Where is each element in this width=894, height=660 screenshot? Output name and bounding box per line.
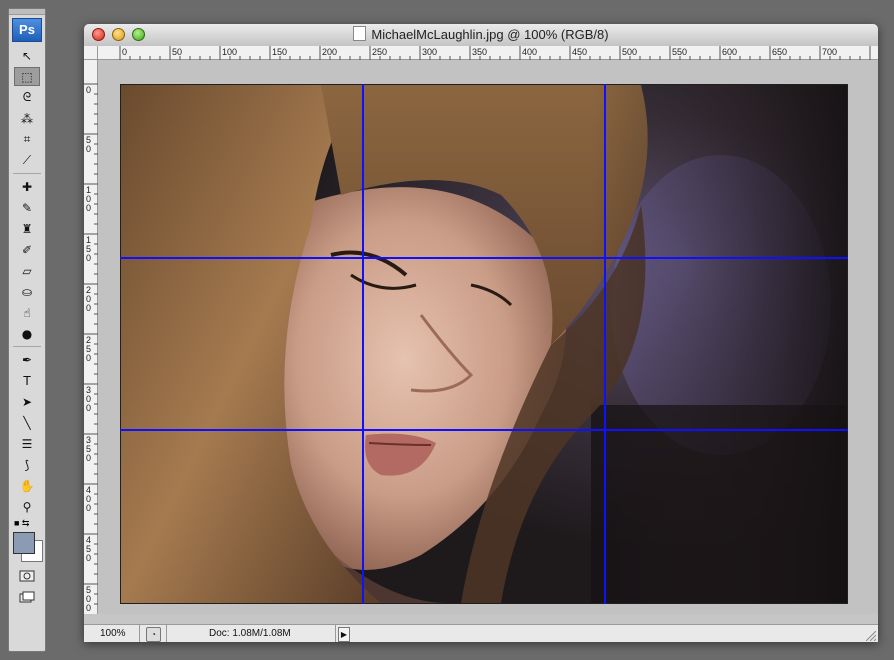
ruler-label: 0 <box>86 203 91 213</box>
lasso-tool[interactable]: ᘓ <box>14 88 40 107</box>
horizontal-scrollbar[interactable] <box>352 625 862 642</box>
ruler-label: 0 <box>86 503 91 513</box>
screen-mode-icon[interactable] <box>14 587 40 606</box>
document-icon <box>353 26 367 41</box>
line-tool[interactable]: ╲ <box>14 413 40 432</box>
panel-grip[interactable] <box>9 9 45 15</box>
hand-tool[interactable]: ✋ <box>14 476 40 495</box>
zoom-button[interactable] <box>132 28 145 41</box>
canvas-area[interactable] <box>98 60 878 614</box>
magic-wand-tool[interactable]: ⁂ <box>14 109 40 128</box>
tools-panel: Ps ↖ ⬚ ᘓ ⁂ ⌗ ⟋ ✚ ✎ ♜ ✐ ▱ ⛀ ☝ ● ✒ T ➤ ╲ ☰ ⟆ ✋ ⚲ ■ ⇆ <box>8 8 46 652</box>
path-selection-tool[interactable]: ➤ <box>14 392 40 411</box>
ruler-label: 0 <box>86 353 91 363</box>
eyedropper-tool[interactable]: ⟆ <box>14 455 40 474</box>
window-title: MichaelMcLaughlin.jpg @ 100% (RGB/8) <box>371 27 609 42</box>
clone-stamp-tool[interactable]: ♜ <box>14 219 40 238</box>
ruler-label: 450 <box>572 47 587 57</box>
title-bar[interactable]: MichaelMcLaughlin.jpg @ 100% (RGB/8) <box>84 24 878 47</box>
ruler-label: 0 <box>86 603 91 613</box>
quick-mask-icon[interactable] <box>14 566 40 585</box>
ruler-label: 600 <box>722 47 737 57</box>
foreground-color-swatch[interactable] <box>13 532 35 554</box>
ruler-label: 300 <box>422 47 437 57</box>
smudge-tool[interactable]: ☝ <box>14 303 40 322</box>
document-size-info: Doc: 1.08M/1.08M <box>166 625 336 642</box>
zoom-tool[interactable]: ⚲ <box>14 497 40 516</box>
horizontal-ruler[interactable]: 0 50 100 150 200 250 300 350 400 450 500 550 600 650 7… <box>98 46 878 60</box>
history-brush-tool[interactable]: ✐ <box>14 240 40 259</box>
ruler-label: 50 <box>172 47 182 57</box>
ruler-label: 0 <box>86 85 91 95</box>
workgroup-icon[interactable]: ◔ <box>146 627 161 642</box>
ruler-label: 400 <box>522 47 537 57</box>
ruler-label: 0 <box>86 453 91 463</box>
ruler-label: 0 <box>86 144 91 154</box>
marquee-tool[interactable]: ⬚ <box>14 67 40 86</box>
photo-image[interactable] <box>120 84 848 604</box>
minimize-button[interactable] <box>112 28 125 41</box>
paint-bucket-tool[interactable]: ⛀ <box>14 282 40 301</box>
ruler-label: 200 <box>322 47 337 57</box>
ruler-label: 550 <box>672 47 687 57</box>
ruler-label: 250 <box>372 47 387 57</box>
ruler-label: 650 <box>772 47 787 57</box>
eraser-tool[interactable]: ▱ <box>14 261 40 280</box>
ruler-label: 0 <box>122 47 127 57</box>
notes-tool[interactable]: ☰ <box>14 434 40 453</box>
ruler-label: 0 <box>86 253 91 263</box>
ruler-label: 150 <box>272 47 287 57</box>
toolbox-separator <box>13 346 41 347</box>
ruler-label: 0 <box>86 403 91 413</box>
swap-colors-icon[interactable]: ■ ⇆ <box>14 518 29 529</box>
ruler-label: 350 <box>472 47 487 57</box>
dodge-tool[interactable]: ● <box>14 324 40 343</box>
type-tool[interactable]: T <box>14 371 40 390</box>
resize-grip-icon[interactable] <box>866 631 876 641</box>
close-button[interactable] <box>92 28 105 41</box>
ruler-origin[interactable] <box>84 46 98 60</box>
ruler-label: 0 <box>86 553 91 563</box>
document-window: MichaelMcLaughlin.jpg @ 100% (RGB/8) 0 50… <box>84 24 878 642</box>
crop-tool[interactable]: ⌗ <box>14 130 40 149</box>
ruler-label: 500 <box>622 47 637 57</box>
zoom-level[interactable]: 100% <box>84 625 140 642</box>
photoshop-logo[interactable]: Ps <box>12 18 42 42</box>
status-menu-arrow[interactable]: ▶ <box>338 627 350 642</box>
color-swatches: ■ ⇆ <box>9 518 45 564</box>
brush-tool[interactable]: ✎ <box>14 198 40 217</box>
slice-tool[interactable]: ⟋ <box>14 151 40 170</box>
ruler-label: 700 <box>822 47 837 57</box>
healing-brush-tool[interactable]: ✚ <box>14 177 40 196</box>
vertical-ruler[interactable]: 050100150200250300350400450500 <box>84 60 98 614</box>
ruler-label: 0 <box>86 303 91 313</box>
pen-tool[interactable]: ✒ <box>14 350 40 369</box>
ruler-label: 100 <box>222 47 237 57</box>
toolbox-separator <box>13 173 41 174</box>
status-bar: 100% ◔ Doc: 1.08M/1.08M ▶ <box>84 624 878 642</box>
move-tool[interactable]: ↖ <box>14 46 40 65</box>
